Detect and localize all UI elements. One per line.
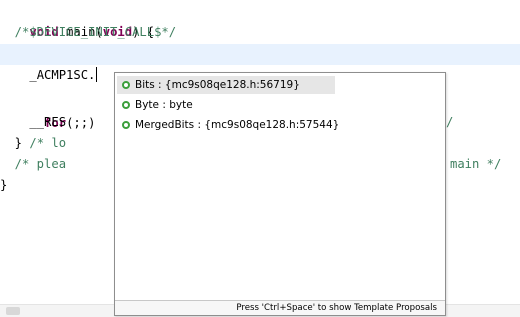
code-text: }	[0, 136, 30, 150]
proposal-list[interactable]: Bits : {mc9s08qe128.h:56719} Byte : byte…	[115, 75, 443, 135]
field-icon	[122, 121, 130, 129]
proposal-label: MergedBits : {mc9s08qe128.h:57544}	[135, 119, 340, 131]
field-icon	[122, 101, 130, 109]
proposal-label: Bits : {mc9s08qe128.h:56719}	[135, 79, 300, 91]
code-fragment-main-comment: main */	[450, 157, 502, 171]
code-line-3-current[interactable]: _ACMP1SC.	[0, 44, 520, 82]
proposal-item-byte[interactable]: Byte : byte	[115, 95, 443, 115]
scrollbar-thumb[interactable]	[6, 307, 20, 315]
autocomplete-popup[interactable]: Bits : {mc9s08qe128.h:56719} Byte : byte…	[114, 72, 446, 316]
code-line-2: /*$DEVICE_INIT_CALL$*/	[0, 25, 177, 39]
code-line-1: void main(void) {	[0, 1, 520, 39]
proposal-item-bits[interactable]: Bits : {mc9s08qe128.h:56719}	[115, 75, 443, 95]
comment-text: /* lo	[29, 136, 67, 150]
template-proposals-hint[interactable]: Press 'Ctrl+Space' to show Template Prop…	[236, 301, 445, 315]
code-fragment-comment-end: /	[446, 115, 454, 129]
popup-status-bar[interactable]: Press 'Ctrl+Space' to show Template Prop…	[115, 300, 445, 315]
field-icon	[122, 81, 130, 89]
proposal-item-mergedbits[interactable]: MergedBits : {mc9s08qe128.h:57544}	[115, 115, 443, 135]
proposal-label: Byte : byte	[135, 99, 193, 111]
